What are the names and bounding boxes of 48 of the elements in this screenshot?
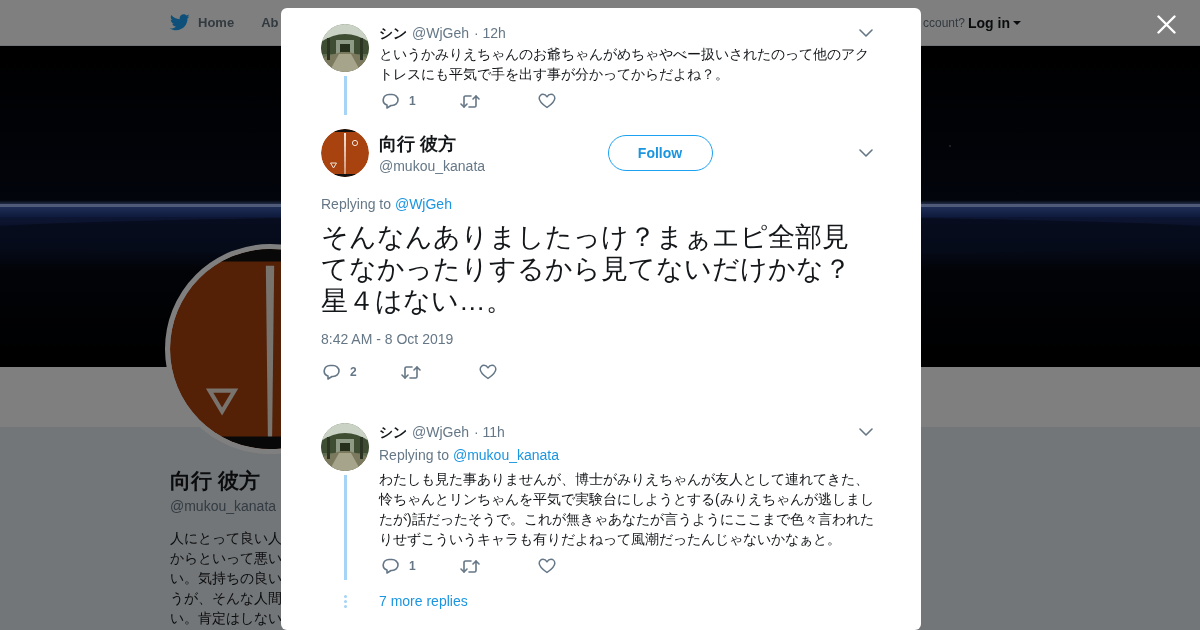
author-name[interactable]: 向行 彼方 <box>379 133 486 155</box>
chevron-down-icon[interactable] <box>859 149 873 157</box>
profile-name: 向行 彼方 <box>170 468 261 494</box>
bird-logo-icon <box>170 14 190 31</box>
mention-link[interactable]: @mukou_kanata <box>452 447 559 463</box>
tweet-text: というかみりえちゃんのお爺ちゃんがめちゃやべー扱いされたのって他のアクトレスにも平気で手を出す事が分かってからだよね？。 <box>379 45 870 84</box>
retweet-icon[interactable] <box>460 558 480 574</box>
profile-bio-line: 人にとって良い人 <box>170 530 283 548</box>
tweet-text: わたしも見た事ありませんが、博士がみりえちゃんが友人として連れてきた、怜ちゃんとリンちゃんを平気で実験台にしようとする(みりえちゃんが逃しましたが)話だったそうで。これが無きゃあなたが言うようにここまで色々言われたりせずこういうキャラも有りだよねって風潮だったんじゃないかなぁと。 <box>379 470 875 549</box>
tweet-time[interactable]: · 12h <box>474 24 506 42</box>
reply-icon[interactable] <box>323 364 340 380</box>
more-replies-link[interactable]: 7 more replies <box>379 593 881 609</box>
profile-handle: @mukou_kanata <box>170 498 278 514</box>
tweet-text: そんなんありましたっけ？まぁエピ全部見てなかったりするから見てないだけかな？星４はない…。 <box>321 221 852 317</box>
mention-link[interactable]: @WjGeh <box>394 196 452 212</box>
heart-icon[interactable] <box>479 364 497 380</box>
profile-bio-line: からといって悪い <box>170 550 283 568</box>
caret-icon <box>1013 20 1021 25</box>
author-handle[interactable]: @mukou_kanata <box>379 156 486 176</box>
tweet-time[interactable]: · 11h <box>474 423 505 441</box>
chevron-down-icon[interactable] <box>859 29 873 37</box>
account-prompt: ccount? <box>922 15 965 30</box>
author-handle[interactable]: @WjGeh <box>412 24 469 42</box>
nav-link[interactable]: Home <box>198 15 235 30</box>
close-icon[interactable] <box>1157 15 1176 34</box>
reply-icon[interactable] <box>382 93 399 109</box>
nav-link[interactable]: Ab <box>261 15 279 30</box>
heart-icon[interactable] <box>538 558 556 574</box>
reply-count: 1 <box>409 559 416 573</box>
follow-button[interactable]: Follow <box>607 135 713 171</box>
chevron-down-icon[interactable] <box>859 428 873 436</box>
retweet-icon[interactable] <box>460 93 480 109</box>
author-handle[interactable]: @WjGeh <box>412 423 469 441</box>
reply-count: 1 <box>409 94 416 108</box>
replying-to-text: Replying to @mukou_kanata <box>379 447 560 463</box>
reply-count: 2 <box>350 365 357 379</box>
retweet-icon[interactable] <box>401 364 421 380</box>
reply-icon[interactable] <box>382 558 399 574</box>
author-name[interactable]: シン <box>379 423 407 441</box>
profile-bio-line: い。気持ちの良い <box>170 570 283 588</box>
tweet-timestamp[interactable]: 8:42 AM - 8 Oct 2019 <box>321 331 881 347</box>
replying-to-text: Replying to @WjGeh <box>321 196 453 212</box>
login-link[interactable]: Log in <box>968 14 1021 31</box>
author-name[interactable]: シン <box>379 24 407 42</box>
profile-bio-line: い。肯定はしない <box>170 610 283 628</box>
avatar-drawing <box>321 129 369 177</box>
heart-icon[interactable] <box>538 93 556 109</box>
profile-bio-line: うが、そんな人間 <box>170 590 283 608</box>
